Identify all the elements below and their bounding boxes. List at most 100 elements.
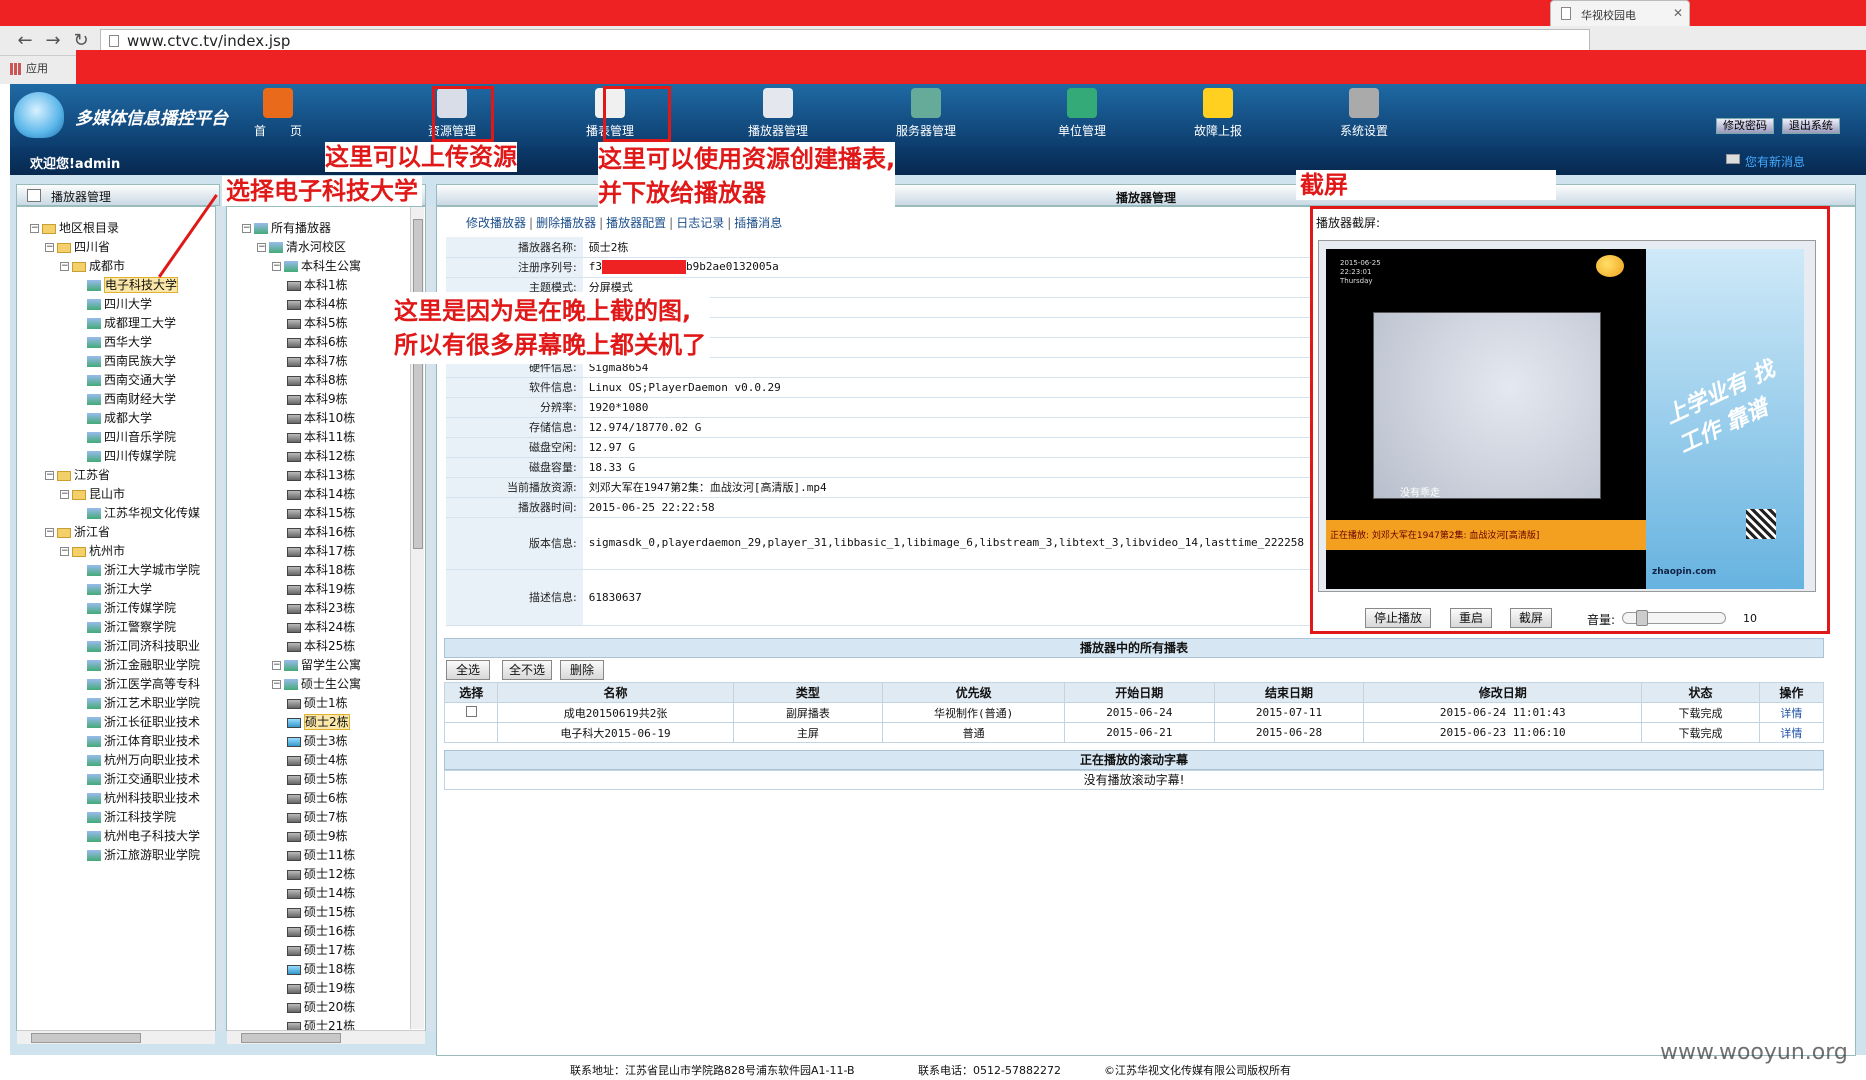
tree-item[interactable]: 硕士20栋	[287, 999, 355, 1015]
collapse-icon[interactable]: −	[257, 243, 266, 252]
tree-item[interactable]: 本科25栋	[287, 638, 355, 654]
collapse-icon[interactable]: −	[45, 471, 54, 480]
cell-op[interactable]: 详情	[1758, 722, 1825, 743]
tree-item[interactable]: 本科19栋	[287, 581, 355, 597]
tree-item[interactable]: −浙江警察学院	[75, 619, 176, 635]
tree-item[interactable]: −成都理工大学	[75, 315, 176, 331]
tree-item[interactable]: −杭州万向职业技术	[75, 752, 200, 768]
forward-icon[interactable]: →	[42, 30, 64, 52]
volume-knob[interactable]	[1636, 610, 1648, 626]
tree-item[interactable]: 本科18栋	[287, 562, 355, 578]
tree-item[interactable]: 本科4栋	[287, 296, 348, 312]
tree-item[interactable]: 本科7栋	[287, 353, 348, 369]
restart-button[interactable]: 重启	[1450, 608, 1492, 628]
tree-item[interactable]: −浙江科技学院	[75, 809, 176, 825]
tree-item[interactable]: 本科9栋	[287, 391, 348, 407]
nav-item-3[interactable]: 播放器管理	[728, 86, 828, 144]
tree-item[interactable]: −电子科技大学	[75, 277, 179, 293]
tree-item[interactable]: 硕士2栋	[287, 714, 350, 730]
tree-item[interactable]: 硕士18栋	[287, 961, 355, 977]
back-icon[interactable]: ←	[14, 30, 36, 52]
select-none-button[interactable]: 全不选	[502, 660, 552, 680]
tree-item[interactable]: 硕士7栋	[287, 809, 348, 825]
select-all-button[interactable]: 全选	[446, 660, 490, 680]
tree-item[interactable]: −成都大学	[75, 410, 152, 426]
collapse-icon[interactable]: −	[60, 262, 69, 271]
tree-item[interactable]: 本科1栋	[287, 277, 348, 293]
nav-item-0[interactable]: 首 页	[228, 86, 328, 144]
cell-op[interactable]: 详情	[1758, 702, 1825, 723]
tree-item[interactable]: −浙江传媒学院	[75, 600, 176, 616]
tree-item[interactable]: 硕士17栋	[287, 942, 355, 958]
tree-item[interactable]: 本科24栋	[287, 619, 355, 635]
nav-item-7[interactable]: 系统设置	[1314, 86, 1414, 144]
action-link[interactable]: 播放器配置	[606, 216, 666, 230]
collapse-icon[interactable]: −	[272, 661, 281, 670]
browser-tab[interactable]: 华视校园电 ✕	[1550, 0, 1690, 26]
tree-item[interactable]: −浙江长征职业技术	[75, 714, 200, 730]
collapse-icon[interactable]: −	[45, 528, 54, 537]
tree-item[interactable]: −杭州科技职业技术	[75, 790, 200, 806]
nav-item-4[interactable]: 服务器管理	[876, 86, 976, 144]
tree-item[interactable]: 本科11栋	[287, 429, 355, 445]
nav-item-6[interactable]: 故障上报	[1168, 86, 1268, 144]
tree-item[interactable]: 硕士5栋	[287, 771, 348, 787]
scroll-thumb[interactable]	[413, 219, 423, 549]
tree-item[interactable]: 硕士11栋	[287, 847, 355, 863]
scroll-thumb[interactable]	[31, 1033, 141, 1043]
tree-item[interactable]: − 留学生公寓	[272, 657, 361, 673]
collapse-icon[interactable]: −	[60, 490, 69, 499]
tree-item[interactable]: −四川音乐学院	[75, 429, 176, 445]
tree-item[interactable]: −四川传媒学院	[75, 448, 176, 464]
tree-item[interactable]: −西南交通大学	[75, 372, 176, 388]
tree-item[interactable]: 硕士3栋	[287, 733, 348, 749]
scroll-thumb[interactable]	[241, 1033, 341, 1043]
tree-item[interactable]: 硕士12栋	[287, 866, 355, 882]
delete-button[interactable]: 删除	[560, 660, 604, 680]
tree-item[interactable]: −浙江大学	[75, 581, 152, 597]
tree-item[interactable]: −浙江交通职业技术	[75, 771, 200, 787]
tree-item[interactable]: − 杭州市	[60, 543, 125, 559]
tree-item[interactable]: −四川大学	[75, 296, 152, 312]
tree-item[interactable]: 硕士19栋	[287, 980, 355, 996]
tree-item[interactable]: 硕士15栋	[287, 904, 355, 920]
close-tab-icon[interactable]: ✕	[1673, 6, 1683, 20]
change-password-button[interactable]: 修改密码	[1716, 118, 1774, 134]
tree-item[interactable]: − 所有播放器	[242, 220, 331, 236]
left-splitter[interactable]	[216, 206, 224, 1031]
tree-item[interactable]: 本科6栋	[287, 334, 348, 350]
left-hscrollbar[interactable]	[17, 1030, 215, 1044]
tree-item[interactable]: 本科13栋	[287, 467, 355, 483]
collapse-icon[interactable]: −	[242, 224, 251, 233]
tree-item[interactable]: −浙江艺术职业学院	[75, 695, 200, 711]
action-link[interactable]: 删除播放器	[536, 216, 596, 230]
tree-item[interactable]: −江苏华视文化传媒	[75, 505, 200, 521]
tree-item[interactable]: 本科16栋	[287, 524, 355, 540]
tree-item[interactable]: −浙江同济科技职业	[75, 638, 200, 654]
tree-item[interactable]: 本科23栋	[287, 600, 355, 616]
tree-item[interactable]: 硕士9栋	[287, 828, 348, 844]
tree-item[interactable]: 本科5栋	[287, 315, 348, 331]
tree-item[interactable]: −浙江大学城市学院	[75, 562, 200, 578]
address-bar[interactable]: www.ctvc.tv/index.jsp	[100, 29, 1590, 52]
apps-bookmark[interactable]: 应用	[10, 60, 48, 76]
nav-item-5[interactable]: 单位管理	[1032, 86, 1132, 144]
tree-item[interactable]: 本科8栋	[287, 372, 348, 388]
tree-item[interactable]: − 昆山市	[60, 486, 125, 502]
tree-item[interactable]: − 本科生公寓	[272, 258, 361, 274]
tree-item[interactable]: − 地区根目录	[30, 220, 119, 236]
tree-item[interactable]: −杭州电子科技大学	[75, 828, 200, 844]
tree-item[interactable]: − 硕士生公寓	[272, 676, 361, 692]
action-link[interactable]: 插播消息	[734, 216, 782, 230]
action-link[interactable]: 修改播放器	[466, 216, 526, 230]
volume-slider[interactable]	[1622, 610, 1726, 626]
tree-item[interactable]: 硕士1栋	[287, 695, 348, 711]
collapse-icon[interactable]: −	[30, 224, 39, 233]
tree-item[interactable]: − 成都市	[60, 258, 125, 274]
collapse-icon[interactable]: −	[272, 262, 281, 271]
reload-icon[interactable]: ↻	[70, 30, 92, 52]
tree-item[interactable]: −西南民族大学	[75, 353, 176, 369]
tree-item[interactable]: 本科10栋	[287, 410, 355, 426]
tree-item[interactable]: − 浙江省	[45, 524, 110, 540]
new-message-link[interactable]: 您有新消息	[1745, 153, 1805, 170]
